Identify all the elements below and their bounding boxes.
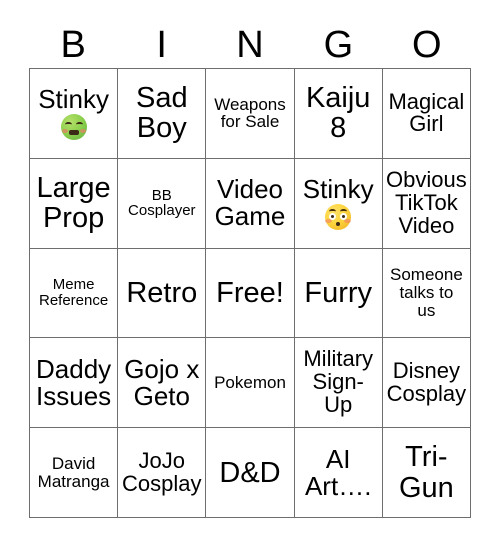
bingo-cell-g1[interactable]: Kaiju 8	[294, 69, 383, 159]
bingo-cell-i5[interactable]: JoJo Cosplay	[118, 428, 207, 518]
bingo-cell-g2[interactable]: Stinky	[294, 158, 383, 249]
bingo-cell-label: JoJo Cosplay	[122, 447, 202, 496]
bingo-cell-n4[interactable]: Pokemon	[206, 338, 295, 429]
bingo-cell-label: Stinky	[302, 174, 374, 205]
bingo-cell-g5[interactable]: AI Art….	[294, 428, 383, 518]
bingo-cell-b3[interactable]: Meme Reference	[30, 248, 119, 339]
bingo-cell-o1[interactable]: Magical Girl	[382, 69, 471, 159]
bingo-cell-g3[interactable]: Furry	[294, 248, 383, 339]
bingo-cell-o2[interactable]: Obvious TikTok Video	[382, 158, 471, 249]
bingo-cell-label: Furry	[304, 276, 373, 309]
bingo-cell-n5[interactable]: D&D	[206, 428, 295, 518]
bingo-cell-n1[interactable]: Weapons for Sale	[206, 69, 295, 159]
bingo-cell-label: D&D	[219, 456, 281, 489]
bingo-cell-label: Tri- Gun	[398, 441, 454, 504]
bingo-cell-o4[interactable]: Disney Cosplay	[382, 338, 471, 429]
bingo-header-letter-b: B	[60, 24, 86, 66]
bingo-cell-n2[interactable]: Video Game	[206, 158, 295, 249]
bingo-cell-label: AI Art….	[304, 443, 372, 501]
bingo-cell-b1[interactable]: Stinky	[30, 69, 119, 159]
bingo-cell-g4[interactable]: Military Sign- Up	[294, 338, 383, 429]
bingo-header-letter-n: N	[236, 24, 264, 66]
nauseated-face-emoji-glyph	[60, 114, 87, 141]
bingo-cell-label: Disney Cosplay	[386, 357, 467, 406]
bingo-cell-label: Retro	[126, 276, 198, 309]
flushed-face-emoji-glyph	[325, 204, 352, 231]
bingo-cell-label: Pokemon	[214, 372, 286, 392]
bingo-cell-n3[interactable]: Free!	[206, 248, 295, 339]
bingo-card: B I N G O Stinky Sad Boy Weapons for Sale K…	[0, 0, 500, 544]
bingo-cell-o5[interactable]: Tri- Gun	[382, 428, 471, 518]
bingo-cell-label: Sad Boy	[135, 82, 188, 145]
bingo-cell-label: Military Sign- Up	[303, 346, 374, 418]
bingo-cell-label: Someone talks to us	[390, 265, 463, 320]
flushed-face-emoji	[325, 204, 352, 231]
bingo-cell-label: BB Cosplayer	[128, 186, 196, 220]
bingo-grid: Stinky Sad Boy Weapons for Sale Kaiju 8 Magi…	[29, 68, 471, 518]
nauseated-face-emoji	[60, 114, 87, 141]
bingo-cell-label: Obvious TikTok Video	[386, 166, 467, 238]
bingo-cell-o3[interactable]: Someone talks to us	[382, 248, 471, 339]
bingo-cell-b5[interactable]: David Matranga	[30, 428, 119, 518]
bingo-cell-label: Weapons for Sale	[214, 94, 286, 132]
bingo-cell-i2[interactable]: BB Cosplayer	[118, 158, 207, 249]
bingo-cell-i3[interactable]: Retro	[118, 248, 207, 339]
bingo-header-letter-g: G	[323, 24, 354, 66]
bingo-cell-label: Free!	[216, 276, 284, 309]
bingo-cell-i1[interactable]: Sad Boy	[118, 69, 207, 159]
bingo-header-letter-o: O	[412, 24, 442, 66]
bingo-cell-label: Kaiju 8	[305, 82, 371, 145]
bingo-cell-label: Daddy Issues	[36, 353, 112, 411]
bingo-cell-label: Gojo x Geto	[124, 353, 200, 411]
bingo-header-row: B I N G O	[29, 22, 471, 68]
bingo-cell-i4[interactable]: Gojo x Geto	[118, 338, 207, 429]
bingo-cell-b4[interactable]: Daddy Issues	[30, 338, 119, 429]
bingo-cell-label: Large Prop	[36, 172, 111, 235]
bingo-cell-label: Meme Reference	[38, 276, 109, 309]
bingo-header-letter-i: I	[156, 24, 167, 66]
bingo-cell-b2[interactable]: Large Prop	[30, 158, 119, 249]
bingo-cell-label: David Matranga	[37, 453, 110, 491]
bingo-cell-label: Magical Girl	[388, 88, 465, 137]
bingo-cell-label: Video Game	[214, 174, 286, 232]
bingo-cell-label: Stinky	[38, 84, 109, 115]
